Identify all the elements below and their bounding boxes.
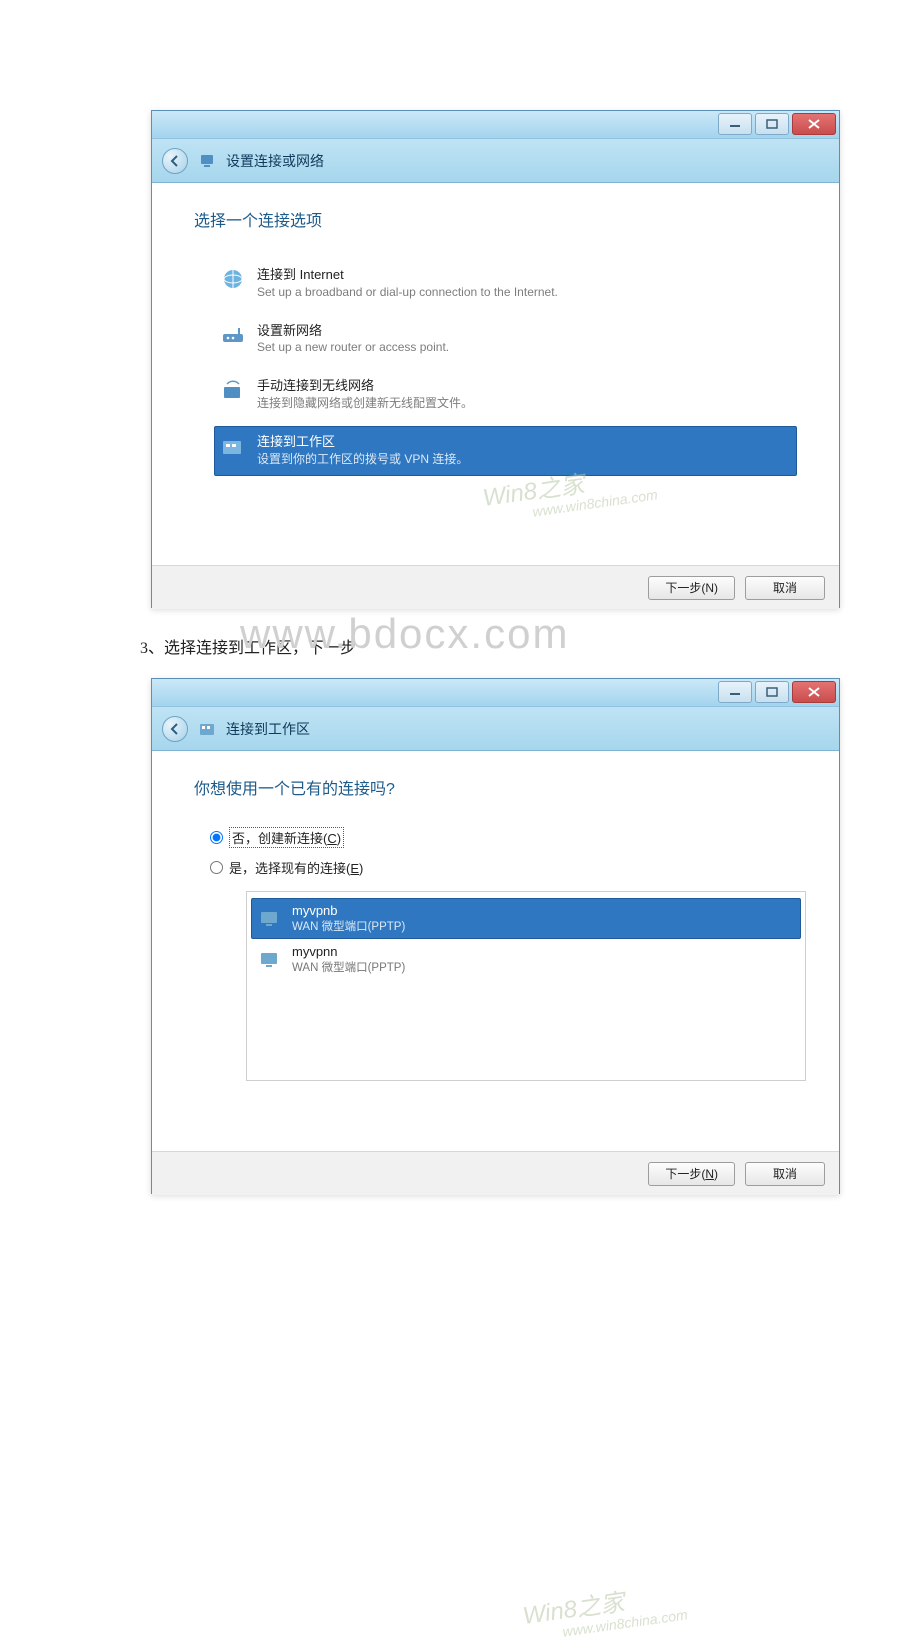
workplace-icon bbox=[198, 720, 216, 738]
option-title: 连接到工作区 bbox=[257, 433, 468, 451]
radio-use-existing[interactable]: 是，选择现有的连接(E) bbox=[210, 858, 797, 877]
cancel-button[interactable]: 取消 bbox=[745, 576, 825, 600]
monitor-icon bbox=[258, 907, 282, 931]
radio-input-yes[interactable] bbox=[210, 861, 223, 874]
next-button[interactable]: 下一步(N) bbox=[648, 576, 735, 600]
connection-name: myvpnb bbox=[292, 903, 405, 918]
watermark-url: www.win8china.com bbox=[562, 1606, 689, 1639]
setup-connection-dialog: 设置连接或网络 选择一个连接选项 连接到 Internet Set up a b… bbox=[151, 110, 840, 608]
maximize-icon bbox=[766, 119, 778, 129]
radio-label-no: 否，创建新连接(C) bbox=[229, 827, 344, 848]
content-heading: 你想使用一个已有的连接吗? bbox=[194, 775, 797, 799]
option-connect-internet[interactable]: 连接到 Internet Set up a broadband or dial-… bbox=[214, 259, 797, 309]
radio-create-new[interactable]: 否，创建新连接(C) bbox=[210, 827, 797, 848]
dialog-footer: 下一步(N) 取消 bbox=[152, 1151, 839, 1195]
connection-type: WAN 微型端口(PPTP) bbox=[292, 959, 405, 975]
option-title: 连接到 Internet bbox=[257, 266, 558, 284]
network-setup-icon bbox=[198, 152, 216, 170]
arrow-left-icon bbox=[168, 722, 182, 736]
close-button[interactable] bbox=[792, 113, 836, 135]
back-button[interactable] bbox=[162, 716, 188, 742]
option-title: 设置新网络 bbox=[257, 322, 449, 340]
next-button[interactable]: 下一步(N) bbox=[648, 1162, 735, 1186]
radio-input-no[interactable] bbox=[210, 831, 223, 844]
watermark-logo: Win8之家 bbox=[520, 1582, 626, 1631]
dialog-title: 连接到工作区 bbox=[226, 719, 310, 739]
close-icon bbox=[807, 118, 821, 130]
minimize-icon bbox=[729, 119, 741, 129]
option-setup-network[interactable]: 设置新网络 Set up a new router or access poin… bbox=[214, 315, 797, 365]
connection-type: WAN 微型端口(PPTP) bbox=[292, 918, 405, 934]
connection-options-list: 连接到 Internet Set up a broadband or dial-… bbox=[214, 259, 797, 476]
existing-connections-list: myvpnb WAN 微型端口(PPTP) myvpnn WAN 微型端口(PP… bbox=[246, 891, 806, 1081]
minimize-icon bbox=[729, 687, 741, 697]
connection-name: myvpnn bbox=[292, 944, 405, 959]
dialog-content: 你想使用一个已有的连接吗? 否，创建新连接(C) 是，选择现有的连接(E) my… bbox=[152, 751, 839, 1151]
minimize-button[interactable] bbox=[718, 113, 752, 135]
title-bar bbox=[152, 679, 839, 707]
maximize-button[interactable] bbox=[755, 681, 789, 703]
workplace-icon bbox=[219, 433, 247, 461]
maximize-button[interactable] bbox=[755, 113, 789, 135]
close-icon bbox=[807, 686, 821, 698]
radio-group: 否，创建新连接(C) 是，选择现有的连接(E) bbox=[210, 827, 797, 877]
dialog-title: 设置连接或网络 bbox=[226, 151, 324, 171]
router-icon bbox=[219, 322, 247, 350]
option-manual-wireless[interactable]: 手动连接到无线网络 连接到隐藏网络或创建新无线配置文件。 bbox=[214, 370, 797, 420]
monitor-icon bbox=[258, 948, 282, 972]
close-button[interactable] bbox=[792, 681, 836, 703]
option-description: 连接到隐藏网络或创建新无线配置文件。 bbox=[257, 395, 473, 411]
dialog-content: 选择一个连接选项 连接到 Internet Set up a broadband… bbox=[152, 183, 839, 565]
connection-item[interactable]: myvpnb WAN 微型端口(PPTP) bbox=[251, 898, 801, 939]
radio-label-yes: 是，选择现有的连接(E) bbox=[229, 858, 363, 877]
maximize-icon bbox=[766, 687, 778, 697]
instruction-step-3: 3、选择连接到工作区，下一步 bbox=[140, 634, 356, 658]
cancel-button[interactable]: 取消 bbox=[745, 1162, 825, 1186]
option-description: Set up a broadband or dial-up connection… bbox=[257, 284, 558, 300]
option-description: 设置到你的工作区的拨号或 VPN 连接。 bbox=[257, 451, 468, 467]
dialog-header: 连接到工作区 bbox=[152, 707, 839, 751]
globe-icon bbox=[219, 266, 247, 294]
title-bar bbox=[152, 111, 839, 139]
dialog-header: 设置连接或网络 bbox=[152, 139, 839, 183]
connect-workplace-dialog: 连接到工作区 你想使用一个已有的连接吗? 否，创建新连接(C) 是，选择现有的连… bbox=[151, 678, 840, 1194]
wireless-icon bbox=[219, 377, 247, 405]
option-description: Set up a new router or access point. bbox=[257, 339, 449, 355]
option-connect-workplace[interactable]: 连接到工作区 设置到你的工作区的拨号或 VPN 连接。 bbox=[214, 426, 797, 476]
back-button[interactable] bbox=[162, 148, 188, 174]
option-title: 手动连接到无线网络 bbox=[257, 377, 473, 395]
dialog-footer: 下一步(N) 取消 bbox=[152, 565, 839, 609]
arrow-left-icon bbox=[168, 154, 182, 168]
minimize-button[interactable] bbox=[718, 681, 752, 703]
connection-item[interactable]: myvpnn WAN 微型端口(PPTP) bbox=[251, 939, 801, 980]
content-heading: 选择一个连接选项 bbox=[194, 207, 797, 231]
